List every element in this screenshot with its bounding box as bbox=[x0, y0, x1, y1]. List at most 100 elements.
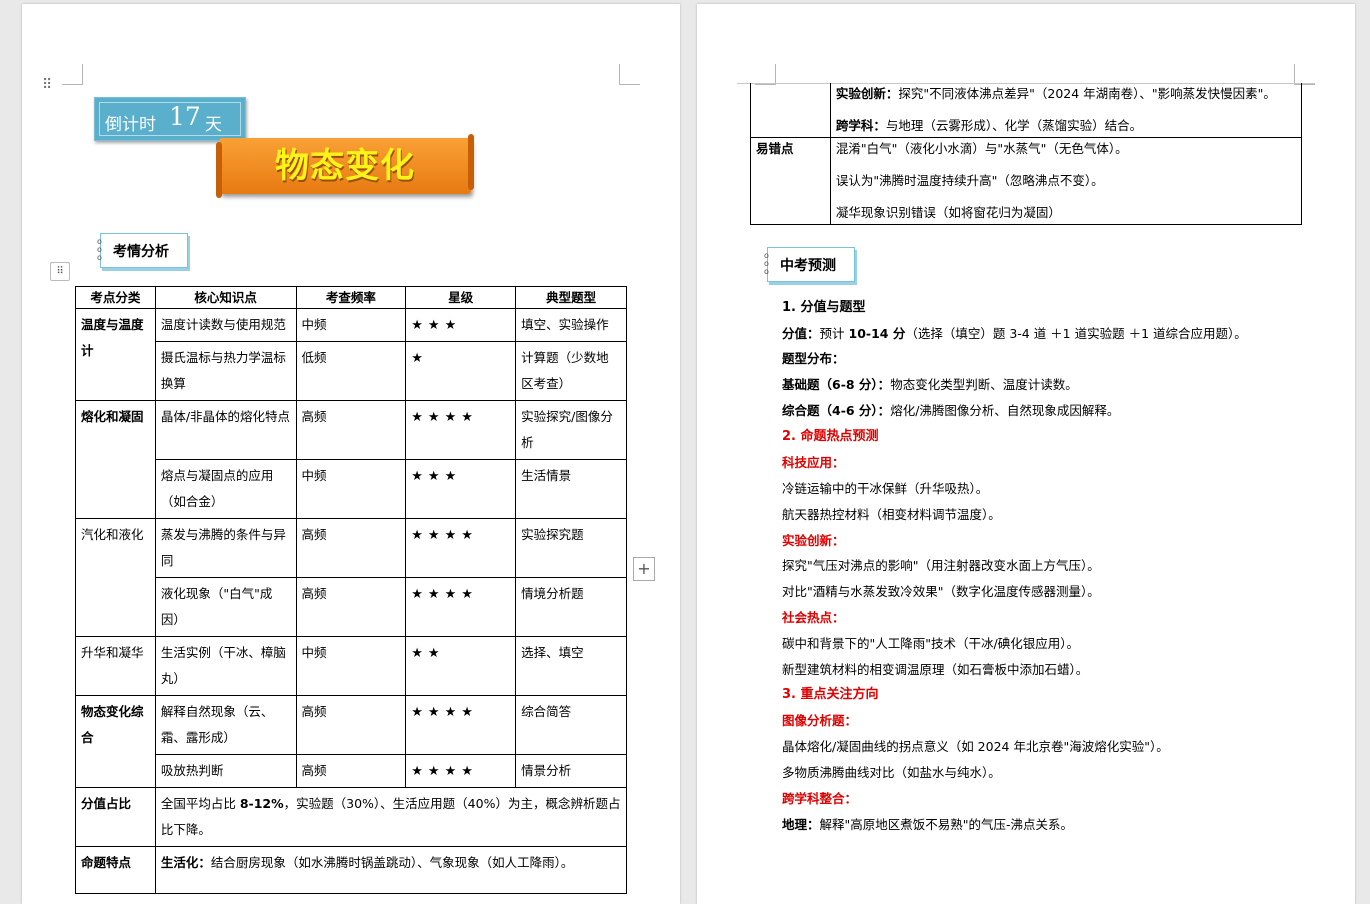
star-rating-cell: ★★★ bbox=[405, 308, 517, 342]
forecast-subheading: 社会热点： bbox=[782, 610, 845, 625]
table-row: 升华和凝华 生活实例（干冰、樟脑丸） 中频 ★★ 选择、填空 bbox=[75, 636, 627, 696]
question-type-cell: 填空、实验操作 bbox=[515, 308, 627, 342]
countdown-suffix: 天 bbox=[205, 115, 222, 135]
forecast-subheading: 图像分析题： bbox=[782, 713, 858, 728]
section-heading-label: 中考预测 bbox=[780, 258, 836, 274]
innovation-cell: 实验创新：探究"不同液体沸点差异"（2024 年湖南卷）、"影响蒸发快慢因素"。… bbox=[829, 83, 1303, 138]
forecast-heading-1: 1. 分值与题型 bbox=[782, 300, 866, 315]
inline-text: 解释"高原地区煮饭不易熟"的气压-沸点关系。 bbox=[819, 817, 1074, 832]
frequency-cell: 中频 bbox=[295, 636, 407, 696]
table-row: 分值占比 全国平均占比 8-12%，实验题（30%）、生活应用题（40%）为主，… bbox=[75, 787, 628, 847]
forecast-line: 探究"气压对沸点的影响"（用注射器改变水面上方气压）。 bbox=[782, 558, 1100, 573]
countdown-prefix: 倒计时 bbox=[105, 115, 156, 135]
table-header-cell: 核心知识点 bbox=[154, 286, 297, 309]
category-cell: 物态变化综合 bbox=[75, 695, 156, 788]
forecast-line: 地理：解释"高原地区煮饭不易熟"的气压-沸点关系。 bbox=[782, 817, 1073, 833]
table-row: 易错点 混淆"白气"（液化小水滴）与"水蒸气"（无色气体）。 误认为"沸腾时温度… bbox=[750, 137, 1303, 225]
inline-text: 预计 bbox=[819, 326, 849, 341]
question-type-cell: 综合简答 bbox=[515, 695, 627, 755]
empty-cell bbox=[750, 83, 831, 138]
section-heading-label: 考情分析 bbox=[113, 244, 169, 260]
mistake-item: 凝华现象识别错误（如将窗花归为凝固） bbox=[835, 205, 1061, 220]
category-cell: 温度与温度计 bbox=[75, 308, 156, 401]
forecast-heading-3: 3. 重点关注方向 bbox=[782, 687, 879, 702]
table-header-row: 考点分类 核心知识点 考查频率 星级 典型题型 bbox=[75, 286, 627, 309]
inline-bold: 跨学科： bbox=[835, 118, 886, 133]
forecast-heading-2: 2. 命题热点预测 bbox=[782, 429, 879, 444]
table-move-icon[interactable]: ⠿ bbox=[50, 262, 70, 281]
frequency-cell: 中频 bbox=[295, 308, 407, 342]
drag-handle-icon[interactable]: ⠿ bbox=[42, 77, 56, 93]
category-cell: 汽化和液化 bbox=[75, 518, 156, 637]
inline-bold: 分值： bbox=[782, 326, 820, 341]
inline-text: 探究"不同液体沸点差异"（2024 年湖南卷）、"影响蒸发快慢因素"。 bbox=[898, 86, 1276, 101]
feature-text: 结合厨房现象（如水沸腾时锅盖跳动）、气象现象（如人工降雨）。 bbox=[210, 855, 574, 870]
margin-corner-marker bbox=[62, 64, 83, 85]
section-heading-forecast: ooo 中考预测 bbox=[764, 247, 855, 282]
mistake-item: 误认为"沸腾时温度持续升高"（忽略沸点不变）。 bbox=[835, 173, 1104, 188]
margin-corner-marker bbox=[1294, 64, 1315, 85]
table-header-cell: 典型题型 bbox=[515, 286, 627, 309]
section-heading-exam-analysis: ooo 考情分析 bbox=[97, 233, 188, 268]
inline-bold: 基础题（6-8 分）： bbox=[782, 377, 891, 392]
star-rating-cell: ★★★★ bbox=[405, 695, 517, 755]
table-row: 吸放热判断 高频 ★★★★ 情景分析 bbox=[76, 754, 627, 788]
inline-bold: 地理： bbox=[782, 817, 820, 832]
question-type-cell: 计算题（少数地区考查） bbox=[515, 341, 627, 401]
forecast-line: 碳中和背景下的"人工降雨"技术（干冰/碘化银应用）。 bbox=[782, 636, 1079, 651]
question-type-cell: 情境分析题 bbox=[515, 577, 627, 637]
forecast-line: 基础题（6-8 分）：物态变化类型判断、温度计读数。 bbox=[782, 377, 1078, 393]
score-share-prefix: 全国平均占比 bbox=[160, 796, 240, 811]
table-row: 熔点与凝固点的应用（如合金） 中频 ★★★ 生活情景 bbox=[76, 459, 627, 519]
score-share-range: 8-12% bbox=[239, 796, 284, 811]
page-title: 物态变化 bbox=[275, 146, 415, 186]
mistakes-cell: 混淆"白气"（液化小水滴）与"水蒸气"（无色气体）。 误认为"沸腾时温度持续升高… bbox=[829, 137, 1303, 225]
forecast-line: 航天器热控材料（相变材料调节温度）。 bbox=[782, 507, 1001, 522]
star-rating-cell: ★★★ bbox=[405, 459, 517, 519]
table-row: 命题特点 生活化：结合厨房现象（如水沸腾时锅盖跳动）、气象现象（如人工降雨）。 bbox=[75, 846, 628, 894]
frequency-cell: 高频 bbox=[295, 518, 407, 578]
table-row: 摄氏温标与热力学温标换算 低频 ★ 计算题（少数地区考查） bbox=[76, 341, 627, 401]
margin-corner-marker bbox=[755, 64, 776, 85]
table-row: 熔化和凝固 晶体/非晶体的熔化特点 高频 ★★★★ 实验探究/图像分析 bbox=[75, 400, 627, 519]
feature-cell: 生活化：结合厨房现象（如水沸腾时锅盖跳动）、气象现象（如人工降雨）。 bbox=[154, 846, 628, 894]
inline-text: 与地理（云雾形成）、化学（蒸馏实验）结合。 bbox=[885, 118, 1143, 133]
knowledge-point-cell: 晶体/非晶体的熔化特点 bbox=[154, 400, 297, 460]
forecast-line: 新型建筑材料的相变调温原理（如石膏板中添加石蜡）。 bbox=[782, 662, 1089, 677]
table-row: 物态变化综合 解释自然现象（云、霜、露形成） 高频 ★★★★ 综合简答 bbox=[75, 695, 627, 788]
frequency-cell: 高频 bbox=[295, 577, 407, 637]
binder-rings-icon: ooo bbox=[97, 237, 102, 262]
table-row: 实验创新：探究"不同液体沸点差异"（2024 年湖南卷）、"影响蒸发快慢因素"。… bbox=[750, 83, 1303, 138]
title-banner: 物态变化 bbox=[216, 134, 474, 198]
knowledge-point-cell: 蒸发与沸腾的条件与异同 bbox=[154, 518, 297, 578]
table-row: 温度与温度计 温度计读数与使用规范 中频 ★★★ 填空、实验操作 bbox=[75, 308, 627, 401]
score-share-cell: 全国平均占比 8-12%，实验题（30%）、生活应用题（40%）为主，概念辨析题… bbox=[154, 787, 628, 847]
knowledge-point-cell: 吸放热判断 bbox=[154, 754, 297, 788]
inline-text: 物态变化类型判断、温度计读数。 bbox=[890, 377, 1078, 392]
add-row-button[interactable]: + bbox=[633, 557, 655, 581]
question-type-cell: 选择、填空 bbox=[515, 636, 627, 696]
knowledge-point-cell: 液化现象（"白气"成因） bbox=[154, 577, 297, 637]
frequency-cell: 高频 bbox=[295, 754, 407, 788]
forecast-line: 题型分布： bbox=[782, 351, 845, 366]
inline-bold: 实验创新： bbox=[835, 86, 899, 101]
inline-text: （选择（填空）题 3-4 道 ＋1 道实验题 ＋1 道综合应用题）。 bbox=[905, 326, 1247, 341]
mistake-item: 混淆"白气"（液化小水滴）与"水蒸气"（无色气体）。 bbox=[835, 141, 1128, 156]
countdown-number: 17 bbox=[169, 102, 201, 131]
table-header-cell: 星级 bbox=[405, 286, 517, 309]
forecast-line: 综合题（4-6 分）：熔化/沸腾图像分析、自然现象成因解释。 bbox=[782, 403, 1119, 419]
star-rating-cell: ★★ bbox=[405, 636, 517, 696]
frequency-cell: 高频 bbox=[295, 695, 407, 755]
star-rating-cell: ★ bbox=[405, 341, 517, 401]
star-rating-cell: ★★★★ bbox=[405, 754, 517, 788]
question-type-cell: 实验探究/图像分析 bbox=[515, 400, 627, 460]
star-rating-cell: ★★★★ bbox=[405, 577, 517, 637]
forecast-line: 对比"酒精与水蒸发致冷效果"（数字化温度传感器测量）。 bbox=[782, 584, 1100, 599]
countdown-box: 倒计时 17 天 bbox=[94, 97, 246, 141]
knowledge-point-cell: 熔点与凝固点的应用（如合金） bbox=[154, 459, 297, 519]
forecast-line: 分值：预计 10-14 分（选择（填空）题 3-4 道 ＋1 道实验题 ＋1 道… bbox=[782, 326, 1247, 342]
category-cell: 熔化和凝固 bbox=[75, 400, 156, 519]
table-row: 汽化和液化 蒸发与沸腾的条件与异同 高频 ★★★★ 实验探究题 bbox=[75, 518, 627, 637]
inline-bold: 综合题（4-6 分）： bbox=[782, 403, 891, 418]
feature-bold: 生活化： bbox=[160, 855, 211, 870]
